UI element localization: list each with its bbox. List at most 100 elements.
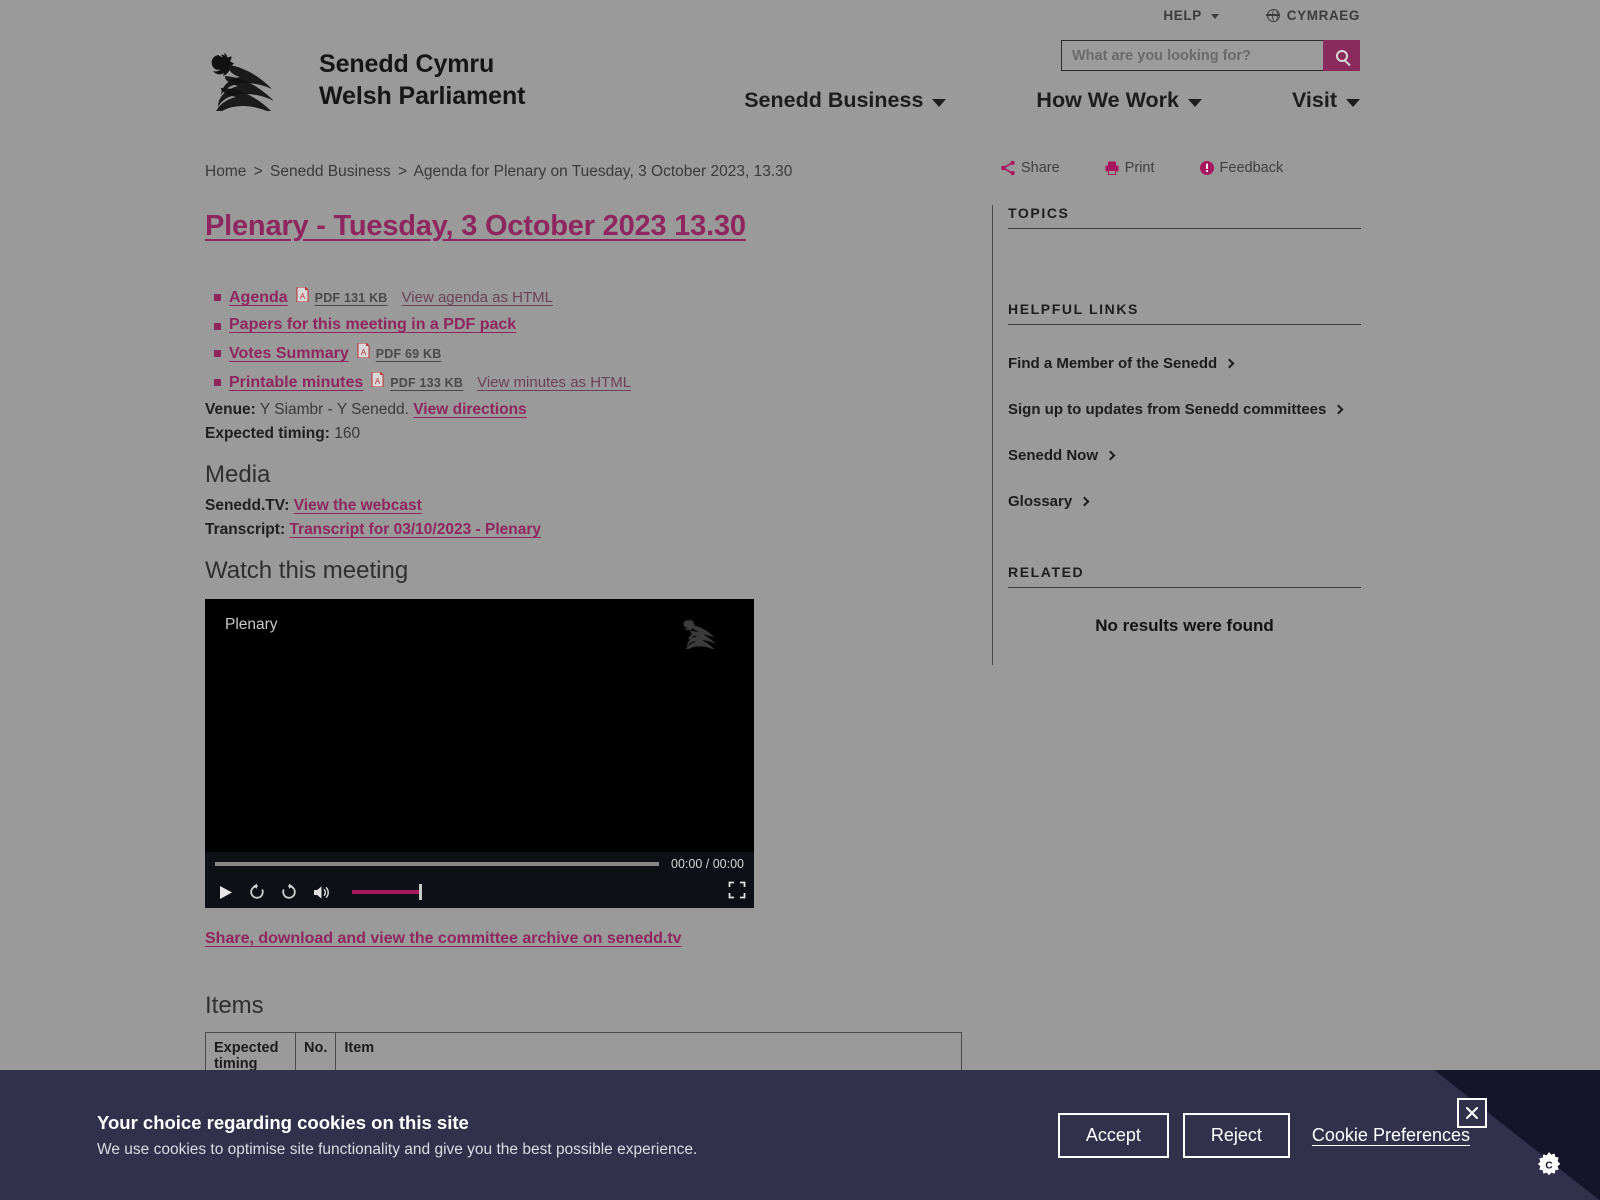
pdf-icon: A [296, 286, 309, 303]
papers-pdf-pack-link[interactable]: Papers for this meeting in a PDF pack [229, 316, 516, 334]
feedback-icon [1199, 161, 1214, 175]
video-controls: 00:00 / 00:00 [205, 852, 754, 908]
volume-icon [314, 885, 329, 899]
sidebar-link-sign-up-updates[interactable]: Sign up to updates from Senedd committee… [1008, 401, 1368, 418]
transcript-label: Transcript: [205, 521, 286, 538]
chevron-down-icon [1210, 14, 1219, 19]
svg-text:A: A [300, 292, 306, 301]
transcript-link[interactable]: Transcript for 03/10/2023 - Plenary [289, 521, 541, 538]
feedback-label: Feedback [1219, 160, 1284, 176]
globe-icon [1266, 8, 1280, 22]
sidebar-link-label: Senedd Now [1008, 447, 1099, 464]
nav-item-visit[interactable]: Visit [1292, 88, 1360, 113]
topics-heading: TOPICS [1008, 205, 1361, 229]
minutes-file-size: PDF 133 KB [390, 376, 464, 390]
chevron-right-icon [1333, 404, 1344, 415]
list-item: Agenda A PDF 131 KB View agenda as HTML [205, 286, 965, 307]
chevron-right-icon [1105, 450, 1116, 461]
rotate-right-icon [282, 883, 296, 899]
chevron-down-icon [1187, 98, 1202, 107]
expected-timing-label: Expected timing: [205, 425, 330, 442]
accept-cookies-button[interactable]: Accept [1057, 1112, 1169, 1158]
pdf-icon: A [371, 371, 384, 388]
help-menu[interactable]: HELP [1163, 8, 1219, 23]
language-label: CYMRAEG [1286, 8, 1360, 23]
breadcrumb-home[interactable]: Home [205, 163, 246, 180]
page-title[interactable]: Plenary - Tuesday, 3 October 2023 13.30 [205, 210, 965, 243]
fullscreen-icon [728, 881, 746, 898]
nav-item-how-we-work[interactable]: How We Work [1036, 88, 1202, 113]
media-heading: Media [205, 461, 271, 488]
video-seek-slider[interactable] [215, 862, 660, 866]
volume-slider[interactable] [352, 884, 422, 900]
video-progress-row: 00:00 / 00:00 [213, 852, 746, 876]
print-icon [1105, 161, 1119, 175]
senedd-tv-line: Senedd.TV: View the webcast [205, 497, 965, 515]
language-switcher[interactable]: CYMRAEG [1266, 8, 1360, 23]
search-button[interactable] [1323, 40, 1360, 71]
chevron-right-icon [1079, 496, 1090, 507]
printable-minutes-link[interactable]: Printable minutes [229, 374, 363, 392]
sidebar: TOPICS HELPFUL LINKS Find a Member of th… [1008, 205, 1368, 636]
archive-link[interactable]: Share, download and view the committee a… [205, 930, 682, 948]
sidebar-link-label: Find a Member of the Senedd [1008, 355, 1218, 372]
share-label: Share [1021, 160, 1060, 176]
video-watermark-logo-icon [680, 617, 732, 654]
close-icon [1466, 1107, 1478, 1119]
share-button[interactable]: Share [1000, 160, 1060, 176]
rewind-button[interactable] [248, 883, 266, 901]
expected-timing-line: Expected timing: 160 [205, 425, 965, 443]
close-cookie-banner-button[interactable] [1457, 1098, 1487, 1128]
votes-summary-link[interactable]: Votes Summary [229, 345, 349, 363]
nav-label: Senedd Business [744, 88, 924, 112]
gear-icon: C [1537, 1152, 1561, 1176]
cookie-banner: Your choice regarding cookies on this si… [0, 1070, 1600, 1200]
senedd-dragon-logo-icon [211, 53, 274, 112]
venue-value: Y Siambr - Y Senedd. [259, 401, 409, 418]
items-heading: Items [205, 992, 264, 1019]
main-navigation: Senedd Business How We Work Visit [744, 88, 1360, 113]
cookie-settings-button[interactable]: C [1534, 1151, 1564, 1186]
view-minutes-html-link[interactable]: View minutes as HTML [477, 374, 631, 391]
reject-cookies-button[interactable]: Reject [1182, 1112, 1290, 1158]
sidebar-link-find-member[interactable]: Find a Member of the Senedd [1008, 355, 1368, 372]
search-form [1061, 40, 1360, 71]
chevron-right-icon [1224, 358, 1235, 369]
view-webcast-link[interactable]: View the webcast [294, 497, 422, 514]
brand-line-english: Welsh Parliament [319, 82, 526, 111]
print-button[interactable]: Print [1104, 160, 1155, 176]
sidebar-link-label: Glossary [1008, 493, 1073, 510]
breadcrumb-senedd-business[interactable]: Senedd Business [270, 163, 391, 180]
venue-label: Venue: [205, 401, 256, 418]
view-agenda-html-link[interactable]: View agenda as HTML [402, 289, 553, 306]
document-list: Agenda A PDF 131 KB View agenda as HTML … [205, 286, 965, 392]
senedd-tv-label: Senedd.TV: [205, 497, 290, 514]
agenda-link[interactable]: Agenda [229, 289, 288, 307]
mute-button[interactable] [312, 884, 332, 901]
site-logo[interactable]: Senedd Cymru Welsh Parliament [205, 48, 525, 113]
sidebar-link-glossary[interactable]: Glossary [1008, 493, 1368, 510]
nav-item-senedd-business[interactable]: Senedd Business [744, 88, 947, 113]
cookie-preferences-link[interactable]: Cookie Preferences [1312, 1125, 1470, 1146]
share-icon [1001, 160, 1015, 176]
video-player[interactable]: Plenary 00:00 / 00:00 [205, 599, 754, 908]
related-section: RELATED No results were found [1008, 564, 1368, 636]
svg-text:A: A [375, 377, 381, 386]
venue-line: Venue: Y Siambr - Y Senedd. View directi… [205, 401, 965, 419]
chevron-down-icon [932, 98, 947, 107]
forward-button[interactable] [280, 883, 298, 901]
page-root: HELP CYMRAEG Senedd Cymru Welsh Parliame… [0, 0, 1600, 1200]
play-button[interactable] [217, 884, 234, 901]
play-icon [220, 885, 232, 899]
breadcrumb-separator: > [253, 163, 263, 180]
fullscreen-button[interactable] [728, 881, 746, 904]
main-content: Plenary - Tuesday, 3 October 2023 13.30 … [205, 210, 965, 1095]
view-directions-link[interactable]: View directions [413, 401, 526, 418]
feedback-button[interactable]: Feedback [1199, 160, 1284, 176]
cookie-banner-title: Your choice regarding cookies on this si… [97, 1111, 469, 1133]
help-label: HELP [1163, 8, 1202, 23]
search-input[interactable] [1061, 40, 1323, 71]
svg-text:A: A [361, 348, 367, 357]
sidebar-link-senedd-now[interactable]: Senedd Now [1008, 447, 1368, 464]
sidebar-divider [992, 205, 993, 665]
